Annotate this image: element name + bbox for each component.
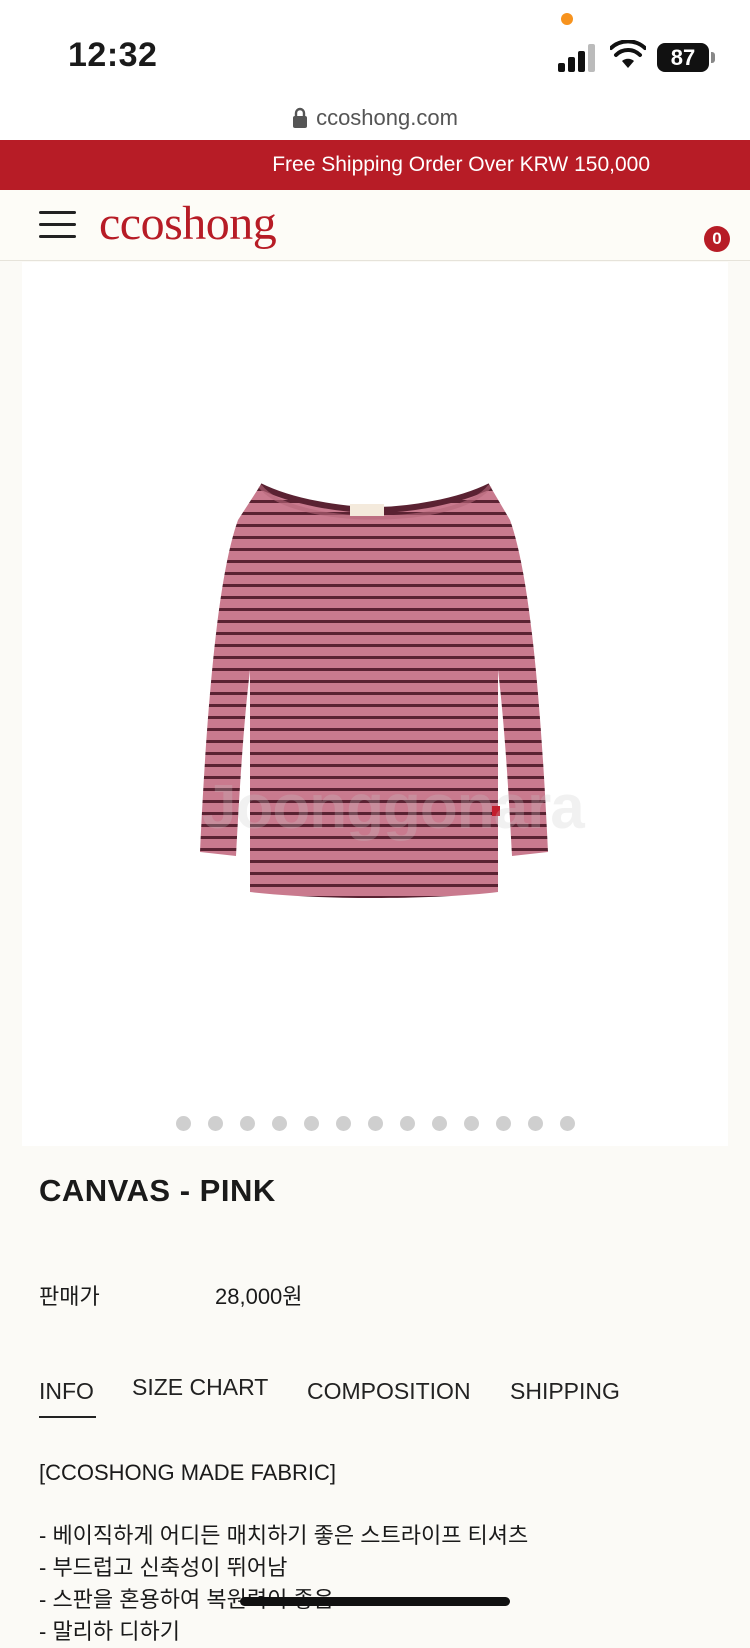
cart-count-badge[interactable]: 0 — [704, 226, 730, 252]
product-tabs: INFO SIZE CHART COMPOSITION SHIPPING — [39, 1374, 719, 1418]
carousel-dot[interactable] — [239, 1116, 255, 1131]
watermark: Joonggonara — [202, 773, 585, 842]
carousel-dot[interactable] — [367, 1116, 383, 1131]
price-label: 판매가 — [39, 1284, 100, 1309]
tab-info[interactable]: INFO — [39, 1378, 94, 1405]
carousel-dot[interactable] — [271, 1116, 287, 1131]
active-tab-underline — [39, 1416, 96, 1418]
tab-size-chart[interactable]: SIZE CHART — [132, 1374, 268, 1401]
price-value: 28,000원 — [215, 1284, 303, 1309]
site-header: ccoshong — [0, 190, 750, 261]
cellular-signal-icon — [558, 42, 598, 72]
battery-tip — [711, 52, 715, 63]
carousel-dot[interactable] — [303, 1116, 319, 1131]
tab-composition[interactable]: COMPOSITION — [307, 1378, 471, 1405]
tab-shipping[interactable]: SHIPPING — [510, 1378, 620, 1405]
carousel-dots[interactable] — [22, 1116, 728, 1131]
carousel-dot[interactable] — [431, 1116, 447, 1131]
info-line: - 부드럽고 신축성이 뛰어남 — [39, 1555, 288, 1580]
home-indicator[interactable] — [240, 1597, 510, 1606]
info-description: - 베이직하게 어디든 매치하기 좋은 스트라이프 티셔츠 - 부드럽고 신축성… — [39, 1520, 528, 1648]
battery-icon: 87 — [657, 43, 709, 72]
battery-level: 87 — [670, 44, 696, 70]
carousel-dot[interactable] — [527, 1116, 543, 1131]
promo-text: Free Shipping Order Over KRW 150,000 — [272, 153, 650, 176]
carousel-dot[interactable] — [559, 1116, 575, 1131]
info-heading: [CCOSHONG MADE FABRIC] — [39, 1460, 337, 1485]
lock-icon — [293, 107, 308, 128]
carousel-dot[interactable] — [495, 1116, 511, 1131]
carousel-dot[interactable] — [175, 1116, 191, 1131]
privacy-indicator-dot — [561, 13, 573, 25]
carousel-dot[interactable] — [399, 1116, 415, 1131]
site-logo[interactable]: ccoshong — [99, 196, 277, 251]
wifi-icon — [610, 40, 646, 68]
product-image-gallery[interactable]: Joonggonara — [22, 262, 728, 1146]
url-text: ccoshong.com — [316, 105, 458, 130]
status-time: 12:32 — [68, 36, 158, 74]
carousel-dot[interactable] — [335, 1116, 351, 1131]
info-line: - 말리하 디하기 — [39, 1619, 180, 1644]
info-line: - 베이직하게 어디든 매치하기 좋은 스트라이프 티셔츠 — [39, 1523, 529, 1548]
browser-url-bar[interactable]: ccoshong.com — [0, 96, 750, 140]
carousel-dot[interactable] — [207, 1116, 223, 1131]
promo-banner: Free Shipping Order Over KRW 150,000 — [0, 140, 750, 190]
menu-icon[interactable] — [39, 211, 76, 239]
carousel-dot[interactable] — [463, 1116, 479, 1131]
product-title: CANVAS - PINK — [39, 1173, 276, 1208]
status-bar: 12:32 87 — [0, 0, 750, 96]
